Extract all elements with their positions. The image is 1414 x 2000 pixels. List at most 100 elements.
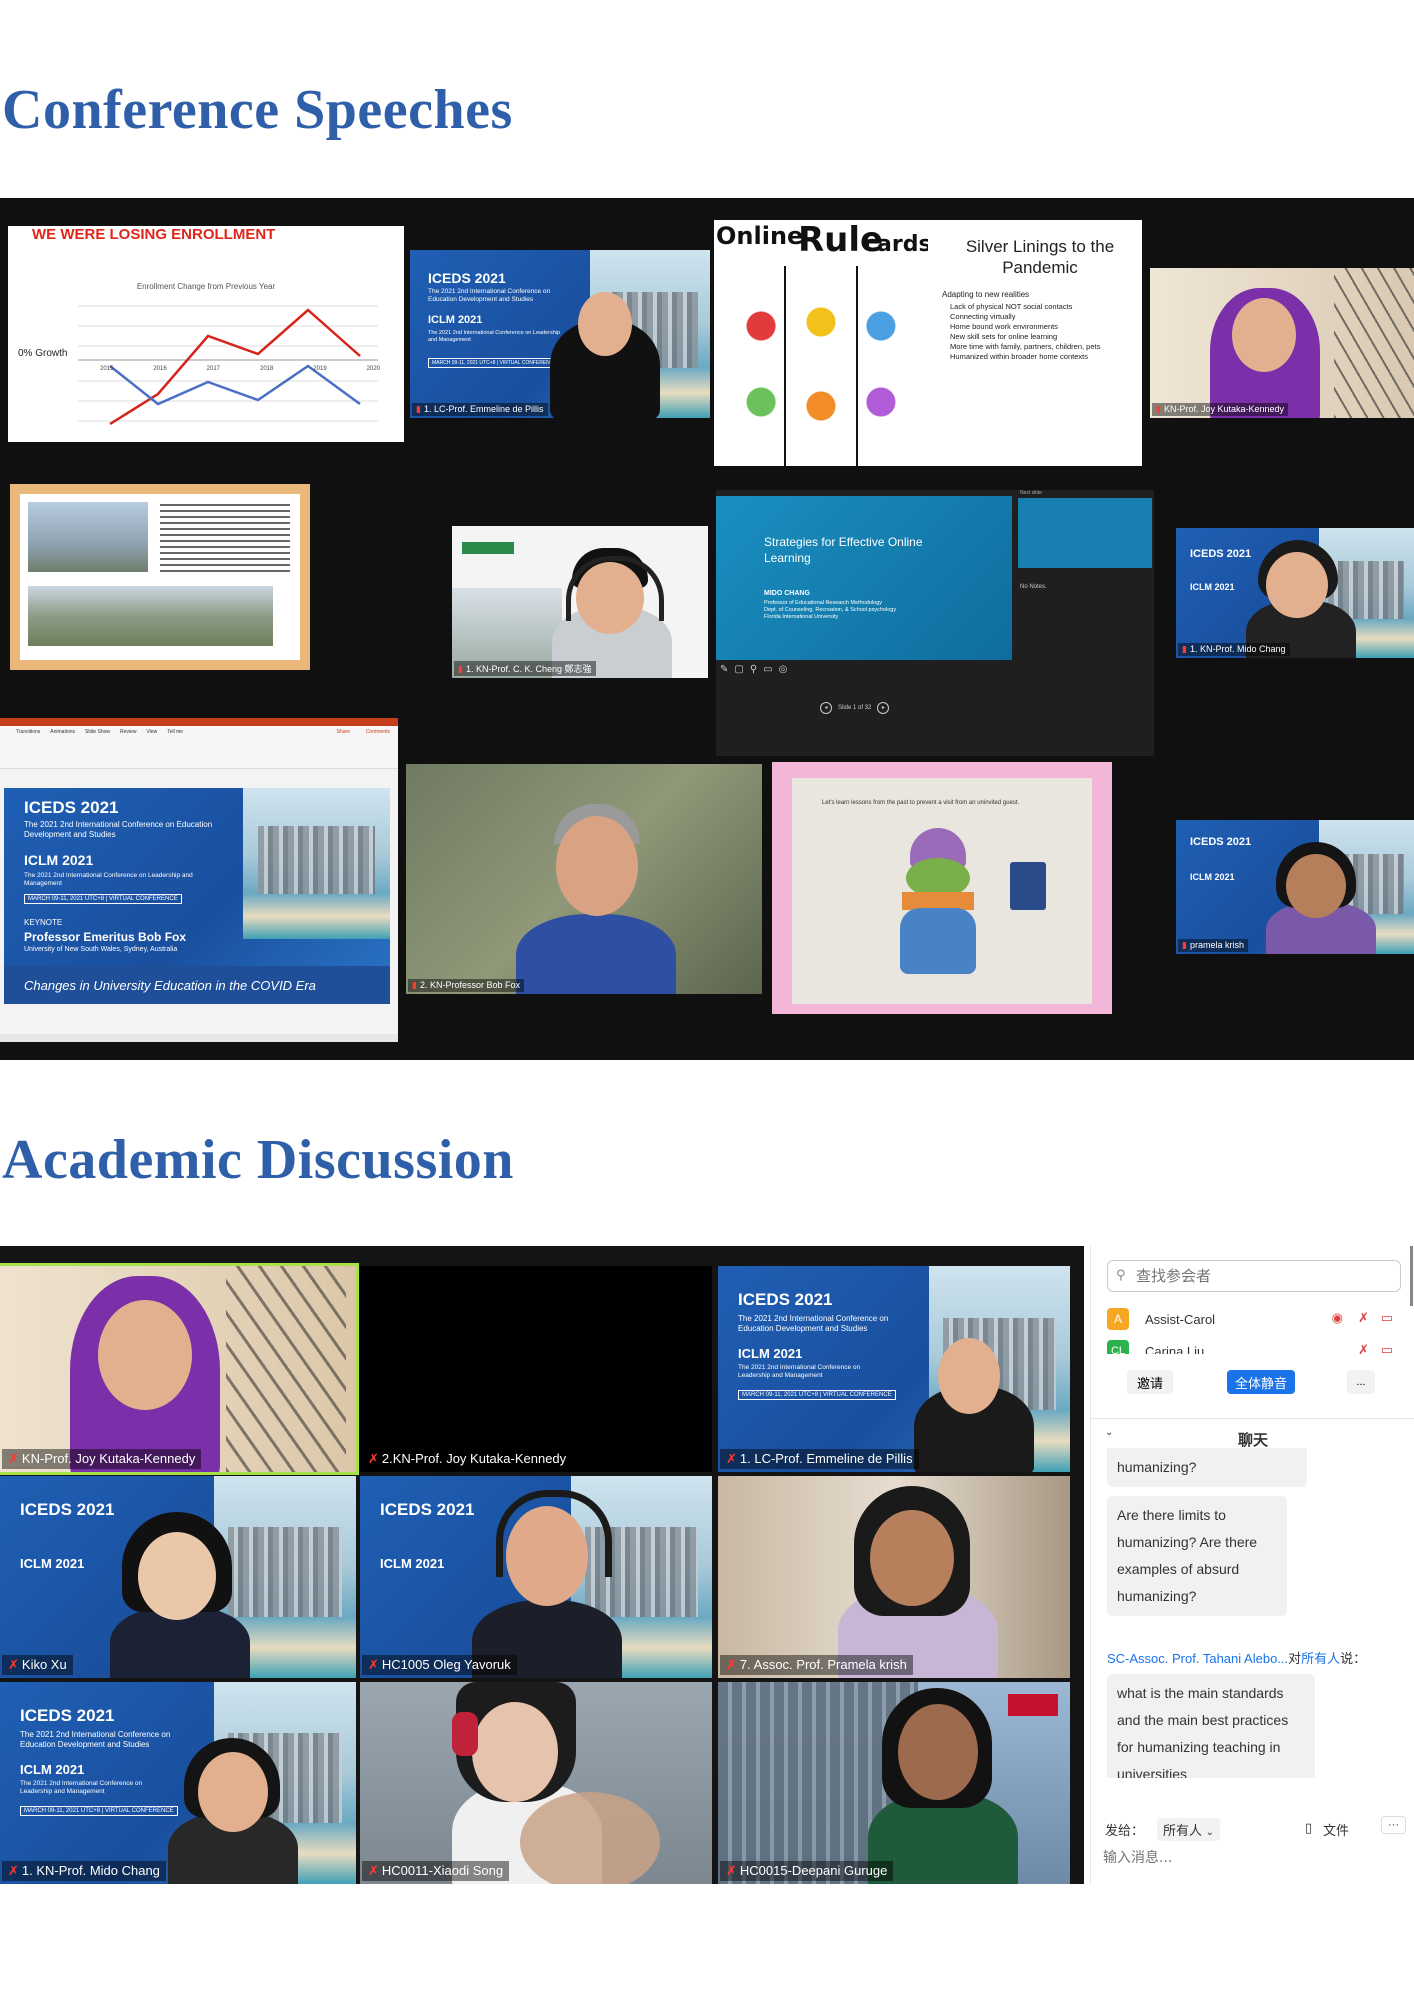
video-tile-bob-fox[interactable]: ▮ 2. KN-Professor Bob Fox — [406, 764, 762, 994]
banner-iceds: ICEDS 2021 — [428, 270, 506, 286]
banner-iceds: ICEDS 2021 — [20, 1706, 115, 1725]
strategies-slide: Strategies for Effective Online Learning… — [716, 496, 1012, 660]
eduhk-text-block — [160, 504, 290, 574]
gallery-tile[interactable]: ✗ 7. Assoc. Prof. Pramela krish — [718, 1476, 1070, 1678]
enrollment-slide-heading: WE WERE LOSING ENROLLMENT — [32, 226, 276, 243]
mic-off-icon[interactable]: ✗ — [1358, 1310, 1369, 1326]
invite-button[interactable]: 邀请 — [1127, 1370, 1174, 1394]
video-tile-pramela[interactable]: ICEDS 2021 ICLM 2021 ▮ pramela krish — [1176, 820, 1414, 954]
search-input[interactable] — [1134, 1265, 1388, 1287]
gallery-tile[interactable]: ICEDS 2021 ICLM 2021 ✗ HC1005 Oleg Yavoru… — [360, 1476, 712, 1678]
participant-name: Assist-Carol — [1145, 1312, 1216, 1327]
next-slide-icon[interactable]: ▸ — [877, 702, 890, 714]
university-logo — [1008, 1694, 1058, 1716]
city-backdrop — [243, 788, 390, 940]
enrollment-year-labels: 2015 2016 2017 2018 2019 2020 — [100, 366, 380, 372]
banner-iceds: ICEDS 2021 — [1190, 836, 1252, 848]
silver-linings-slide: Silver Linings to the Pandemic Adapting … — [928, 220, 1142, 466]
chat-input[interactable] — [1101, 1846, 1405, 1870]
participant-name: ✗ KN-Prof. Joy Kutaka-Kennedy — [2, 1449, 202, 1469]
banner-iceds-full: The 2021 2nd International Conference on… — [428, 288, 551, 303]
ribbon-tab[interactable]: Review — [120, 729, 136, 735]
headset-icon — [566, 556, 664, 621]
scrollbar[interactable] — [1410, 1246, 1413, 1306]
video-tile-ck-cheng[interactable]: ▮ 1. KN-Prof. C. K. Cheng 鄭志強 — [452, 526, 708, 678]
prev-slide-icon[interactable]: ◂ — [820, 702, 832, 714]
ribbon-tab[interactable]: Tell me — [167, 729, 183, 735]
speaker-notes: No Notes. — [1020, 584, 1047, 590]
rule-cards-title-online: Online — [716, 222, 804, 250]
keynote-speaker: Professor Emeritus Bob Fox — [24, 930, 187, 944]
participant-search[interactable]: ⚲ — [1107, 1260, 1401, 1292]
file-icon[interactable]: ▯ — [1305, 1820, 1312, 1836]
banner-dates: MARCH 09-11, 2021 UTC+8 | VIRTUAL CONFER… — [20, 1806, 178, 1816]
gallery-tile[interactable]: ✗ HC0015-Deepani Guruge — [718, 1682, 1070, 1884]
section-title-academic-discussion: Academic Discussion — [2, 1129, 514, 1191]
mute-all-button[interactable]: 全体静音 — [1227, 1370, 1296, 1394]
silver-linings-item: New skill sets for online learning — [950, 332, 1058, 341]
participant-row[interactable]: A Assist-Carol ◉ ✗ ▭ — [1107, 1306, 1399, 1332]
gallery-tile[interactable]: ICEDS 2021 ICLM 2021 ✗ Kiko Xu — [0, 1476, 356, 1678]
eduhk-slide — [10, 484, 310, 670]
participant-name: ✗ 1. KN-Prof. Mido Chang — [2, 1861, 166, 1881]
year-label: 2017 — [206, 366, 221, 372]
participant-name: ▮ 1. LC-Prof. Emmeline de Pillis — [412, 403, 548, 416]
avatar: A — [1107, 1308, 1129, 1330]
ribbon-tab[interactable]: Slide Show — [85, 729, 110, 735]
file-button[interactable]: 文件 — [1323, 1820, 1349, 1839]
ribbon-tab[interactable]: View — [146, 729, 157, 735]
eduhk-logo — [462, 542, 514, 554]
rule-cards-grid — [714, 266, 928, 466]
more-button[interactable]: ... — [1347, 1370, 1375, 1394]
chat-sender[interactable]: SC-Assoc. Prof. Tahani Alebo... — [1107, 1651, 1288, 1666]
rule-cards-title: Online Rule cards — [714, 220, 928, 264]
participant-name: ✗ 7. Assoc. Prof. Pramela krish — [720, 1655, 913, 1675]
video-tile-mido-chang[interactable]: ICEDS 2021 ICLM 2021 ▮ 1. KN-Prof. Mido C… — [1176, 528, 1414, 658]
banner-iceds: ICEDS 2021 — [380, 1500, 475, 1519]
mic-icon: ▮ — [412, 980, 417, 990]
share-button[interactable]: Share — [337, 729, 350, 735]
speaker-face — [870, 1510, 954, 1606]
bamboo-backdrop — [1334, 268, 1414, 418]
send-to-dropdown[interactable]: 所有人 ⌄ — [1157, 1818, 1221, 1841]
mic-off-icon: ✗ — [8, 1863, 19, 1878]
send-to-value: 所有人 — [1163, 1823, 1203, 1838]
comments-button[interactable]: Comments — [366, 729, 390, 735]
chat-says: 说： — [1340, 1651, 1367, 1666]
mic-off-icon: ✗ — [726, 1451, 737, 1466]
mic-icon: ▮ — [1182, 940, 1187, 950]
gallery-tile[interactable]: ICEDS 2021 The 2021 2nd International Co… — [718, 1266, 1070, 1472]
chat-target: 所有人 — [1301, 1651, 1341, 1666]
participant-row[interactable]: CL Carina Liu ✗ ▭ — [1107, 1338, 1399, 1354]
participant-name: ✗ HC0015-Deepani Guruge — [720, 1861, 894, 1881]
presenter-toolbar[interactable]: ✎▢⚲▭◎ — [720, 664, 793, 675]
zoom-sidebar: ⚲ A Assist-Carol ◉ ✗ ▭ CL Carina Liu ✗ ▭… — [1090, 1246, 1414, 1884]
banner-iclm: ICLM 2021 — [1190, 872, 1235, 882]
video-off-icon[interactable]: ▭ — [1381, 1342, 1393, 1354]
silver-linings-item: Lack of physical NOT social contacts — [950, 302, 1073, 311]
gallery-tile[interactable]: ICEDS 2021 The 2021 2nd International Co… — [0, 1682, 356, 1884]
gallery-tile[interactable]: ✗ HC0011-Xiaodi Song — [360, 1682, 712, 1884]
chat-history: humanizing? Are there limits to humanizi… — [1091, 1448, 1414, 1778]
ribbon-tab[interactable]: Animations — [50, 729, 75, 735]
more-options-icon[interactable]: ··· — [1381, 1816, 1406, 1834]
chat-header: ⌄ 聊天 — [1091, 1418, 1414, 1449]
banner-iceds: ICEDS 2021 — [738, 1290, 833, 1309]
banner-iclm: ICLM 2021 — [1190, 582, 1235, 592]
video-off-icon[interactable]: ▭ — [1381, 1310, 1393, 1326]
ribbon-tab[interactable]: Transitions — [16, 729, 40, 735]
banner-dates: MARCH 09-11, 2021 UTC+8 | VIRTUAL CONFER… — [24, 894, 182, 904]
video-tile-emmeline[interactable]: ICEDS 2021 The 2021 2nd International Co… — [410, 250, 710, 418]
year-label: 2015 — [100, 366, 114, 372]
speaker-face — [1266, 552, 1328, 618]
headphone-icon — [452, 1712, 478, 1756]
slide-navigation[interactable]: ◂ Slide 1 of 32 ▸ — [820, 702, 890, 714]
speaker-face — [578, 292, 632, 356]
mic-off-icon[interactable]: ✗ — [1358, 1342, 1369, 1354]
video-tile-joy[interactable]: ▮ KN-Prof. Joy Kutaka-Kennedy — [1150, 268, 1414, 418]
year-label: 2016 — [153, 366, 167, 372]
gallery-tile[interactable]: ✗ KN-Prof. Joy Kutaka-Kennedy — [0, 1263, 359, 1475]
gallery-tile[interactable]: ✗ 2.KN-Prof. Joy Kutaka-Kennedy — [360, 1266, 712, 1472]
passport-drawing-slide: Let's learn lessons from the past to pre… — [772, 762, 1112, 1014]
ribbon-tabs[interactable]: Transitions Animations Slide Show Review… — [16, 729, 183, 735]
